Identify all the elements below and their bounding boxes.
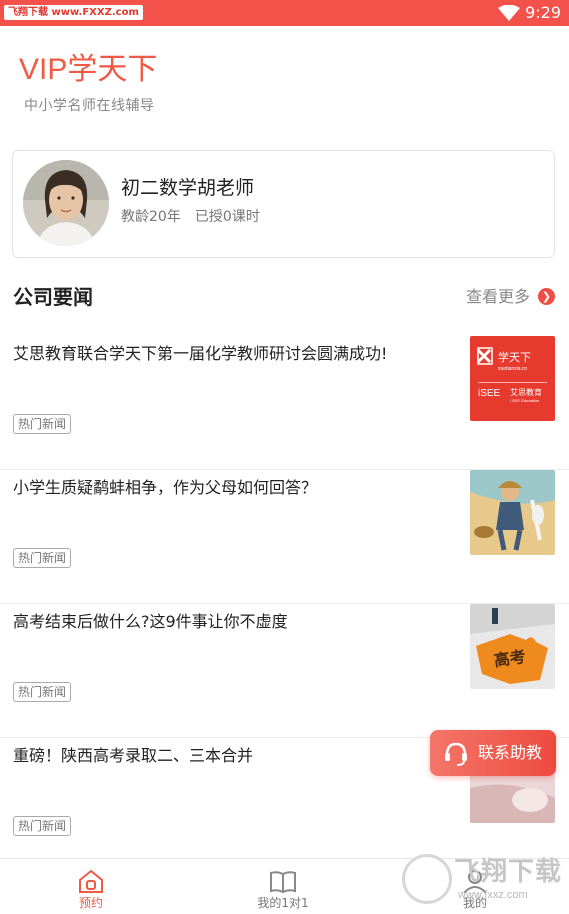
teaching-years: 教龄20年	[121, 209, 181, 225]
cartoon-thumbnail	[470, 470, 555, 555]
teacher-name: 初二数学胡老师	[121, 177, 255, 199]
app-title: VIP学天下	[19, 53, 158, 86]
contact-assistant-button[interactable]: 联系助教	[430, 730, 556, 776]
thumb-partner-en: i SEE Education	[510, 398, 539, 403]
thumb-brand-pinyin: xuetianxia.cn	[498, 366, 527, 372]
chevron-right-icon[interactable]: ❯	[538, 288, 555, 305]
news-item[interactable]: 高考结束后做什么?这9件事让你不虚度 热门新闻 高考	[0, 604, 569, 738]
headset-icon	[445, 742, 467, 766]
teacher-avatar	[23, 160, 109, 246]
lessons-count: 已授0课时	[194, 209, 260, 225]
section-title: 公司要闻	[13, 285, 93, 309]
thumb-brand-cn: 学天下	[498, 350, 531, 364]
status-time: 9:29	[525, 3, 561, 22]
tab-booking[interactable]: 预约	[31, 859, 151, 914]
news-tag: 热门新闻	[13, 816, 72, 836]
watermark-label: 飞翔下载 www.FXXZ.com	[4, 5, 143, 20]
tab-label: 我的1对1	[257, 896, 309, 910]
news-tag: 热门新闻	[13, 682, 72, 702]
wifi-icon	[498, 5, 520, 21]
watermark-url: www.fxxz.com	[458, 889, 528, 901]
tab-my-one-on-one[interactable]: 我的1对1	[223, 859, 343, 914]
news-tag: 热门新闻	[13, 414, 72, 434]
teacher-card[interactable]: 初二数学胡老师 教龄20年 已授0课时	[12, 150, 555, 258]
thumb-partner-cn: 艾思教育	[510, 387, 542, 397]
news-title: 艾思教育联合学天下第一届化学教师研讨会圆满成功!	[13, 344, 388, 363]
logo-thumbnail: 学天下 xuetianxia.cn iSEE 艾思教育 i SEE Educat…	[470, 336, 555, 421]
thumb-partner-logo: iSEE	[478, 388, 501, 399]
news-tag: 热门新闻	[13, 548, 72, 568]
news-item[interactable]: 小学生质疑鹬蚌相争，作为父母如何回答？ 热门新闻	[0, 470, 569, 604]
teacher-meta: 教龄20年 已授0课时	[121, 207, 274, 227]
puzzle-thumbnail: 高考	[470, 604, 555, 689]
status-bar: 飞翔下载 www.FXXZ.com 9:29	[0, 0, 569, 26]
news-title: 高考结束后做什么?这9件事让你不虚度	[13, 612, 288, 631]
watermark-logo-icon	[402, 854, 452, 904]
tab-label: 预约	[78, 896, 103, 910]
view-more-link[interactable]: 查看更多	[466, 286, 530, 308]
watermark-brand: 飞翔下载	[454, 857, 563, 887]
book-icon	[270, 871, 296, 894]
app-subtitle: 中小学名师在线辅导	[24, 98, 155, 114]
news-item[interactable]: 艾思教育联合学天下第一届化学教师研讨会圆满成功! 热门新闻 学天下 xuetia…	[0, 336, 569, 470]
contact-label: 联系助教	[478, 743, 543, 762]
news-title: 重磅！陕西高考录取二、三本合并	[13, 746, 254, 765]
home-icon	[79, 869, 103, 893]
watermark-overlay: 飞翔下载 www.fxxz.com	[402, 850, 564, 910]
news-title: 小学生质疑鹬蚌相争，作为父母如何回答？	[13, 478, 318, 497]
